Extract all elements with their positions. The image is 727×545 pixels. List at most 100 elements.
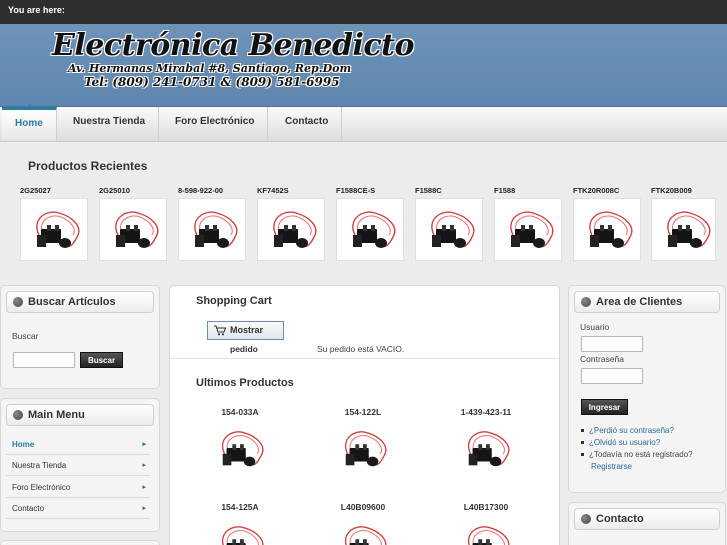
recent-products-title: Productos Recientes (28, 159, 148, 173)
logo-title: Electrónica Benedicto (52, 28, 415, 63)
menu-item-label: Home (12, 440, 35, 449)
menu-item-contacto[interactable]: Contacto ▸ (6, 498, 150, 519)
login-panel-title: Area de Clientes (596, 296, 683, 308)
product-thumbnail[interactable] (415, 198, 483, 261)
product-thumbnail[interactable] (494, 198, 562, 261)
cart-icon (214, 325, 226, 336)
latest-product[interactable]: 154-125A (190, 502, 290, 545)
product-image[interactable] (457, 425, 515, 473)
menu-item-home[interactable]: Home ▸ (6, 434, 150, 455)
flyback-transformer-icon (457, 425, 515, 473)
menu-item-foro-electronico[interactable]: Foro Electrónico ▸ (6, 477, 150, 498)
latest-product-code: L40B17300 (463, 502, 509, 512)
product-thumbnail[interactable] (336, 198, 404, 261)
product-image[interactable] (334, 520, 392, 545)
site-logo[interactable]: Electrónica Benedicto Av. Hermanas Mirab… (52, 28, 415, 100)
flyback-transformer-icon (656, 205, 716, 255)
flyback-transformer-icon (183, 205, 243, 255)
flyback-transformer-icon (334, 520, 392, 545)
nav-item-contacto[interactable]: Contacto (272, 107, 343, 141)
search-button[interactable]: Buscar (80, 352, 123, 368)
flyback-transformer-icon (341, 205, 401, 255)
recent-product[interactable]: KF7452S (257, 186, 327, 261)
recent-product-code: 2G25027 (20, 186, 51, 195)
product-image[interactable] (211, 520, 269, 545)
latest-product[interactable]: L40B17300 (436, 502, 536, 545)
product-thumbnail[interactable] (573, 198, 641, 261)
flyback-transformer-icon (578, 205, 638, 255)
latest-product-code: 154-122L (344, 407, 382, 417)
bullet-icon (581, 453, 584, 457)
logo-phone: Tel: (809) 241-0731 & (809) 581-6995 (84, 75, 340, 89)
latest-product[interactable]: 1-439-423-11 (436, 407, 536, 473)
product-thumbnail[interactable] (20, 198, 88, 261)
bullet-icon (581, 429, 584, 433)
main-content: Shopping Cart Mostrar pedido Su pedido e… (169, 285, 560, 545)
forgot-password-link[interactable]: ¿Perdió su contraseña? (581, 426, 674, 435)
login-panel-header: Area de Clientes (574, 291, 720, 313)
recent-product[interactable]: F1588C (415, 186, 485, 261)
login-button[interactable]: Ingresar (581, 399, 628, 415)
product-image[interactable] (457, 520, 515, 545)
product-thumbnail[interactable] (178, 198, 246, 261)
recent-product-code: F1588C (415, 186, 442, 195)
main-menu-panel: Main Menu Home ▸ Nuestra Tienda ▸ Foro Ele… (0, 398, 160, 532)
header-banner: Electrónica Benedicto Av. Hermanas Mirab… (0, 24, 727, 107)
logo-address: Av. Hermanas Mirabal #8, Santiago, Rep.D… (68, 62, 352, 75)
flyback-transformer-icon (334, 425, 392, 473)
username-input[interactable] (581, 336, 643, 352)
recent-product[interactable]: 2G25010 (99, 186, 169, 261)
recent-product[interactable]: FTK20B009 (651, 186, 721, 261)
latest-product[interactable]: 154-122L (313, 407, 413, 473)
divider (170, 358, 559, 359)
nav-item-nuestra-tienda[interactable]: Nuestra Tienda (60, 107, 160, 141)
latest-product[interactable]: L40B09600 (313, 502, 413, 545)
recent-product[interactable]: FTK20R008C (573, 186, 643, 261)
recent-products: 2G25027 2G25010 8-598-922-00 KF7452S F15… (20, 186, 727, 266)
flyback-transformer-icon (262, 205, 322, 255)
menu-item-label: Contacto (12, 504, 45, 513)
menu-item-label: Foro Electrónico (12, 483, 71, 492)
bullet-icon (581, 297, 591, 307)
arrow-right-icon: ▸ (142, 505, 146, 512)
nav-item-foro-electronico[interactable]: Foro Electrónico (162, 107, 269, 141)
product-thumbnail[interactable] (99, 198, 167, 261)
recent-product[interactable]: 8-598-922-00 (178, 186, 248, 261)
arrow-right-icon: ▸ (142, 441, 146, 448)
recent-product-code: 8-598-922-00 (178, 186, 224, 195)
search-panel-title: Buscar Artículos (28, 296, 116, 308)
bullet-icon (581, 441, 584, 445)
menu-item-label: Nuestra Tienda (12, 461, 67, 470)
product-image[interactable] (334, 425, 392, 473)
username-label: Usuario (580, 322, 610, 332)
flyback-transformer-icon (25, 205, 85, 255)
latest-product-code: 154-033A (221, 407, 259, 417)
forgot-username-link[interactable]: ¿Olvidó su usuario? (581, 438, 660, 447)
product-thumbnail[interactable] (651, 198, 716, 261)
arrow-right-icon: ▸ (142, 462, 146, 469)
password-label: Contraseña (580, 354, 624, 364)
recent-product[interactable]: 2G25027 (20, 186, 90, 261)
search-panel: Buscar Artículos Buscar Buscar (0, 285, 160, 389)
password-input[interactable] (581, 368, 643, 384)
nav-item-home[interactable]: Home (2, 107, 57, 141)
search-label: Buscar (12, 331, 39, 341)
search-input[interactable] (13, 352, 75, 368)
recent-product[interactable]: F1588 (494, 186, 564, 261)
recent-product-code: F1588 (494, 186, 516, 195)
latest-product-code: 154-125A (221, 502, 259, 512)
register-link[interactable]: Registrarse (591, 462, 632, 471)
recent-product[interactable]: F1588CE-S (336, 186, 406, 261)
menu-item-nuestra-tienda[interactable]: Nuestra Tienda ▸ (6, 455, 150, 476)
recent-product-code: 2G25010 (99, 186, 130, 195)
bullet-icon (13, 297, 23, 307)
recent-product-code: FTK20R008C (573, 186, 620, 195)
latest-product[interactable]: 154-033A (190, 407, 290, 473)
product-image[interactable] (211, 425, 269, 473)
product-thumbnail[interactable] (257, 198, 325, 261)
recent-product-code: FTK20B009 (651, 186, 692, 195)
flyback-transformer-icon (211, 425, 269, 473)
latest-products-title: Ultimos Productos (196, 377, 294, 389)
show-order-button[interactable]: Mostrar (207, 321, 284, 340)
recent-product-code: F1588CE-S (336, 186, 376, 195)
